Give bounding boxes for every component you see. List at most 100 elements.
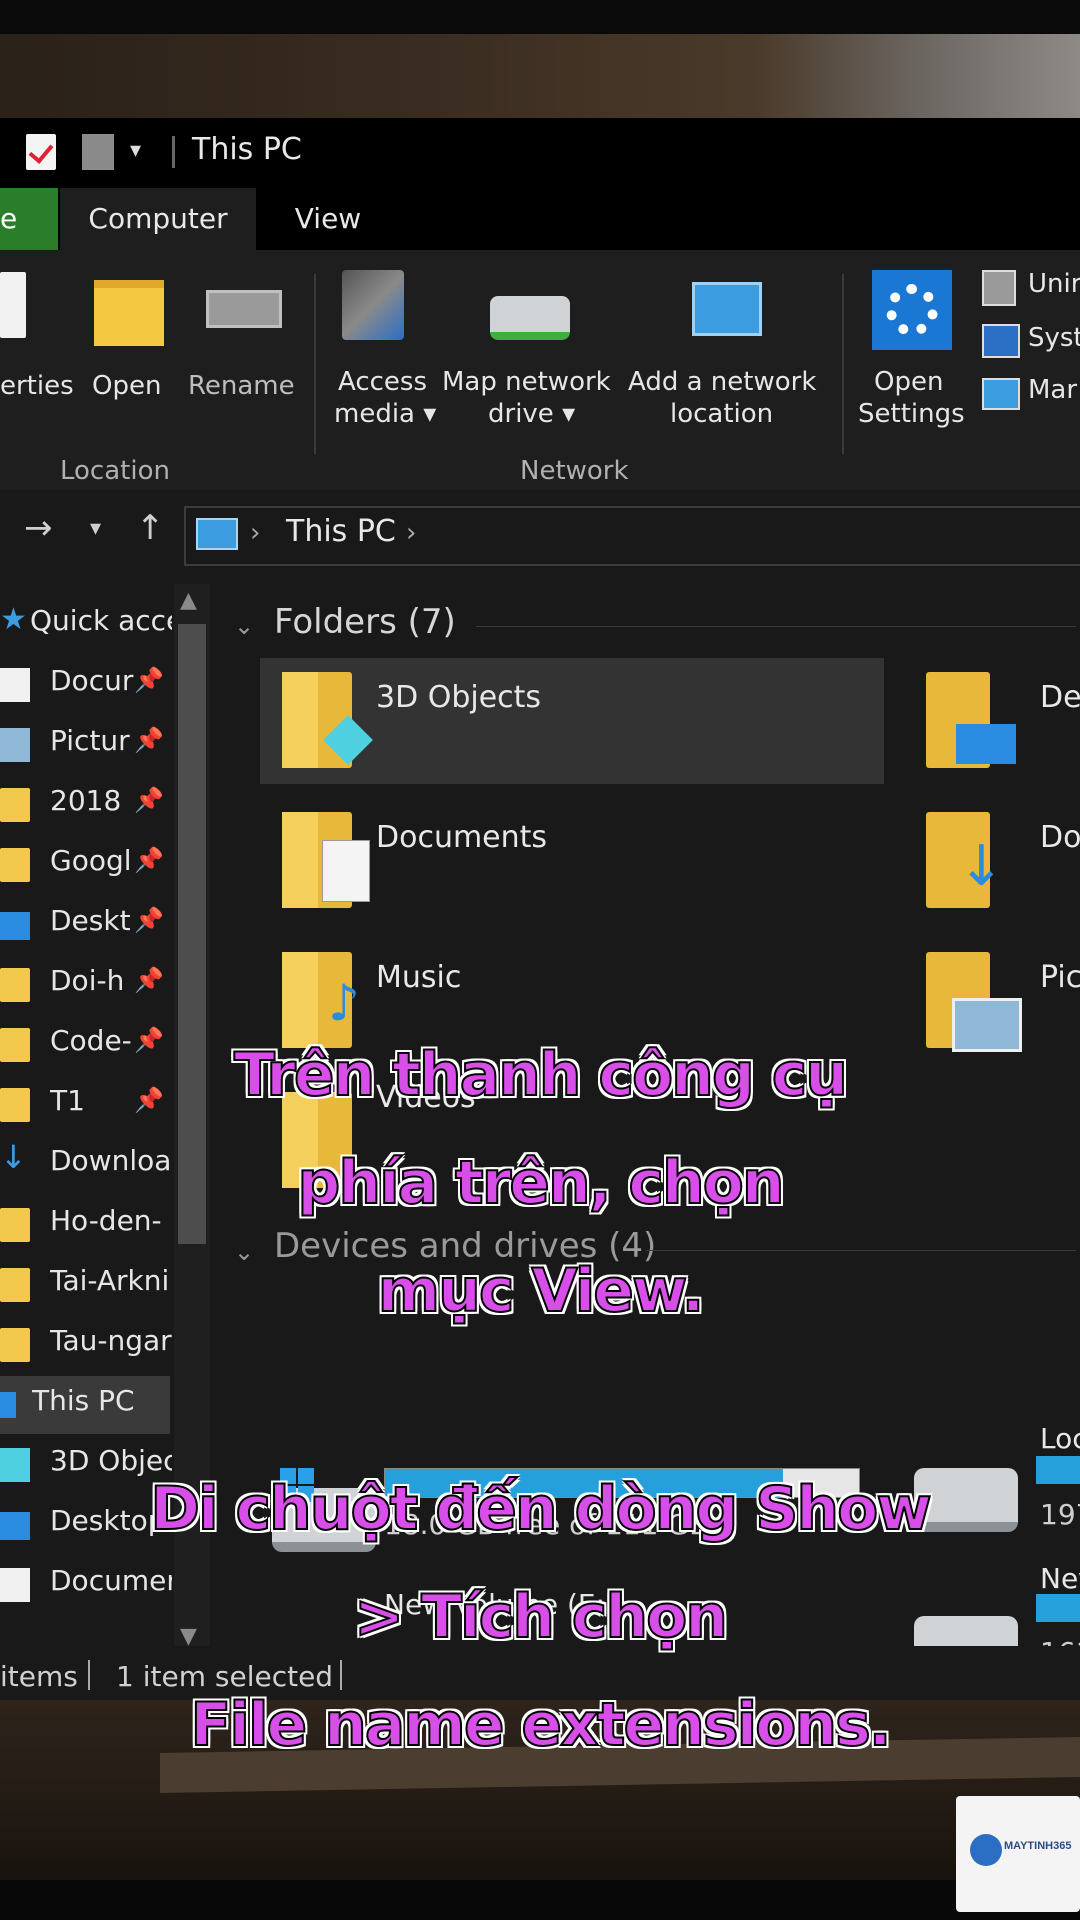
pin-icon[interactable]: 📌 (134, 846, 164, 874)
folder-icon (0, 968, 30, 1002)
forward-arrow-icon[interactable]: → (24, 508, 53, 548)
uninstall-label: Unir (1028, 269, 1080, 299)
properties-label: erties (0, 371, 74, 401)
pin-icon[interactable]: 📌 (134, 726, 164, 754)
background-scene-top (0, 34, 1080, 120)
tab-view[interactable]: View (268, 188, 388, 250)
open-button[interactable]: Open (88, 250, 172, 450)
folder-label: Documents (376, 820, 548, 855)
up-arrow-icon[interactable]: ↑ (136, 508, 165, 548)
tab-file[interactable]: e (0, 188, 58, 250)
collapse-chevron-icon[interactable]: ⌄ (234, 612, 254, 640)
breadcrumb-chevron-icon[interactable]: › (406, 518, 416, 548)
access-media-button[interactable]: Access media ▾ (326, 250, 436, 450)
caption-line-3: mục View. (377, 1255, 706, 1327)
folder-label: Music (376, 960, 462, 995)
pin-icon[interactable]: 📌 (134, 906, 164, 934)
nav-item-folder[interactable]: Doi-h 📌 (0, 956, 200, 1014)
nav-item-this-pc[interactable]: This PC (0, 1376, 170, 1434)
breadcrumb-chevron-icon[interactable]: › (250, 518, 260, 548)
access-media-label-2: media ▾ (334, 399, 437, 429)
open-label: Open (92, 371, 162, 401)
location-group-label: Location (60, 456, 170, 486)
bottom-black-bar (0, 1880, 1080, 1920)
properties-quick-access-icon[interactable] (26, 134, 56, 170)
nav-item-label: Quick acce (30, 604, 172, 637)
caption-line-1: Trên thanh công cụ (233, 1039, 849, 1111)
folders-section-header[interactable]: Folders (7) (274, 602, 456, 642)
status-separator (340, 1660, 342, 1690)
add-network-location-label-2: location (670, 399, 774, 429)
download-arrow-icon: ↓ (958, 834, 1005, 899)
this-pc-icon (0, 1392, 16, 1418)
manage-button[interactable]: Mar (980, 370, 1080, 414)
nav-item-folder[interactable]: 2018 📌 (0, 776, 200, 834)
nav-item-folder[interactable]: Googl 📌 (0, 836, 200, 894)
watermark-logo: MAYTINH365 (956, 1796, 1080, 1912)
manage-label: Mar (1028, 375, 1078, 405)
folder-icon (0, 1328, 30, 1362)
open-settings-label-2: Settings (858, 399, 965, 429)
uninstall-program-button[interactable]: Unir (980, 264, 1080, 308)
caption-line-5: > Tích chọn (353, 1581, 729, 1653)
nav-item-desktop[interactable]: Deskt 📌 (0, 896, 200, 954)
folder-label-downloads[interactable]: Dov (1040, 820, 1080, 855)
scroll-up-icon[interactable]: ▲ (180, 588, 197, 613)
open-settings-button[interactable]: Open Settings (852, 250, 970, 450)
customize-quick-access-icon[interactable]: ▾ (130, 138, 152, 174)
breadcrumb-this-pc[interactable]: This PC (286, 514, 396, 549)
add-network-location-label-1: Add a network (628, 367, 817, 397)
folder-label-pictures[interactable]: Pic (1040, 960, 1080, 995)
section-divider (476, 626, 1076, 627)
properties-button[interactable]: erties (0, 250, 74, 450)
logo-brand-text: MAYTINH365 (1004, 1840, 1072, 1852)
pin-icon[interactable]: 📌 (134, 786, 164, 814)
status-separator (88, 1660, 90, 1690)
file-explorer-window: ▾ This PC e Computer View erties Open Re… (0, 118, 1080, 1710)
nav-item-quick-access[interactable]: ★ Quick acce (0, 596, 200, 654)
drive-label-local[interactable]: Loc (1040, 1422, 1080, 1455)
access-media-label-1: Access (338, 367, 428, 397)
access-media-icon (342, 270, 404, 340)
logo-globe-icon (970, 1834, 1002, 1866)
network-group-label: Network (520, 456, 629, 486)
this-pc-icon (196, 518, 238, 550)
rename-icon (206, 290, 282, 328)
star-icon: ★ (0, 602, 27, 637)
document-icon (322, 840, 370, 902)
pin-icon[interactable]: 📌 (134, 966, 164, 994)
ribbon-tabs: e Computer View (0, 188, 1080, 250)
system-properties-button[interactable]: Syst (980, 318, 1080, 362)
tab-computer[interactable]: Computer (60, 188, 256, 250)
nav-item-documents[interactable]: Docur 📌 (0, 656, 200, 714)
add-network-location-button[interactable]: Add a network location (626, 250, 826, 450)
nav-item-pictures[interactable]: Pictur 📌 (0, 716, 200, 774)
map-network-drive-button[interactable]: Map network drive ▾ (440, 250, 620, 450)
open-settings-label-1: Open (874, 367, 944, 397)
music-note-icon: ♪ (328, 974, 360, 1032)
address-bar[interactable]: › This PC › (184, 506, 1080, 566)
caption-line-4: Di chuột đến dòng Show (149, 1473, 933, 1545)
properties-icon (0, 272, 26, 338)
new-folder-quick-access-icon[interactable] (82, 134, 114, 170)
top-black-bar (0, 0, 1080, 34)
settings-gear-icon (872, 270, 952, 350)
navigation-bar: → ▾ ↑ › This PC › (0, 490, 1080, 584)
nav-item-label: This PC (32, 1384, 135, 1417)
folder-label-desktop[interactable]: Des (1040, 680, 1080, 715)
folder-label: 3D Objects (376, 680, 542, 715)
recent-locations-chevron-icon[interactable]: ▾ (90, 516, 101, 541)
group-separator (314, 274, 316, 454)
pin-icon[interactable]: 📌 (134, 666, 164, 694)
folder-tile-3d-objects[interactable]: 3D Objects (260, 658, 884, 784)
map-network-drive-label-1: Map network (442, 367, 611, 397)
group-separator (842, 274, 844, 454)
folder-tile-documents[interactable]: Documents (260, 798, 884, 924)
title-bar: ▾ This PC (0, 118, 1080, 188)
open-folder-icon (94, 280, 164, 346)
network-location-icon (692, 282, 762, 336)
uninstall-icon (982, 270, 1016, 306)
map-network-drive-label-2: drive ▾ (488, 399, 576, 429)
status-selected-count: 1 item selected (116, 1660, 334, 1693)
rename-button[interactable]: Rename (186, 250, 296, 450)
